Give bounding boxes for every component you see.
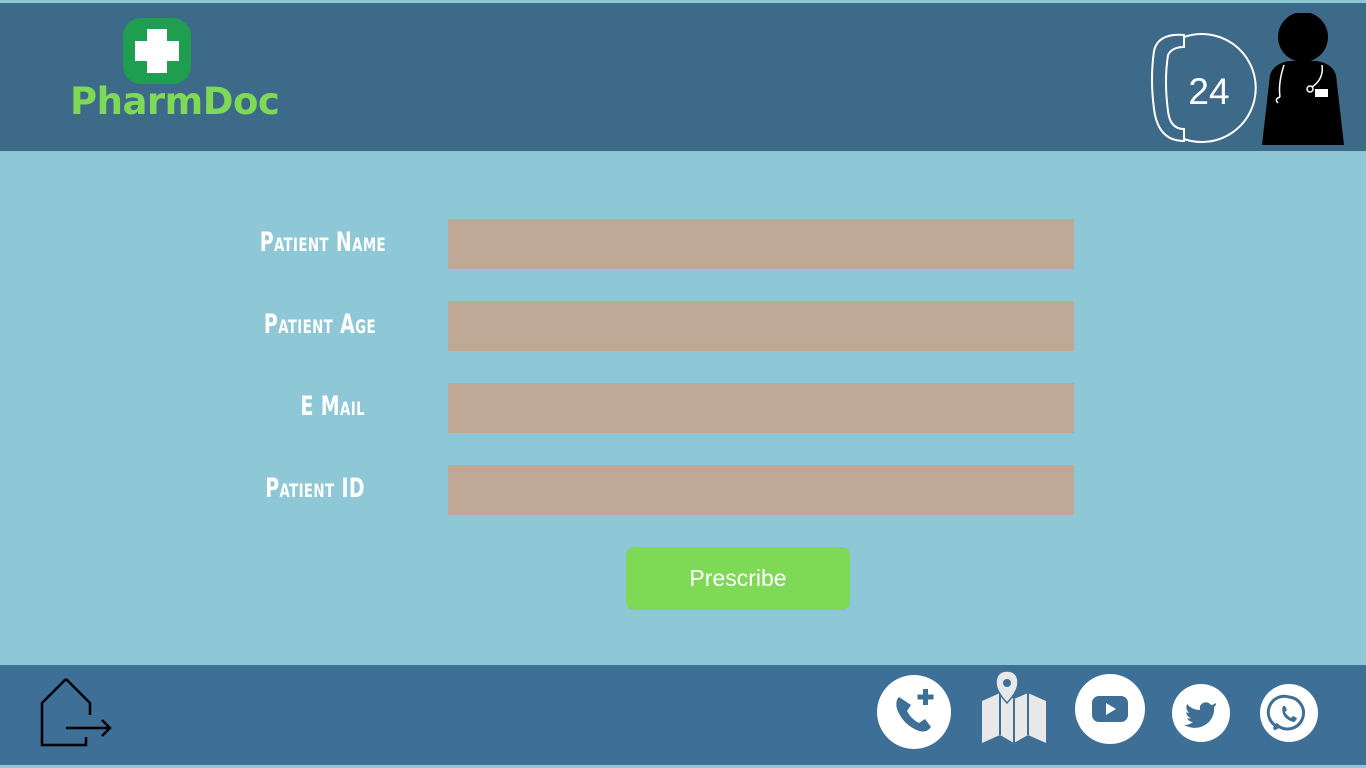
patient-name-input[interactable] — [448, 219, 1074, 269]
medical-cross-icon — [123, 18, 191, 84]
patient-age-input[interactable] — [448, 301, 1074, 351]
app-footer — [0, 665, 1366, 765]
patient-name-label: Patient Name — [259, 227, 386, 258]
brand-name: PharmDoc — [70, 80, 280, 123]
support-hours: 24 — [1188, 71, 1229, 112]
app-header: PharmDoc 24 — [0, 3, 1366, 151]
doctor-avatar-icon[interactable] — [1260, 13, 1346, 145]
twitter-icon[interactable] — [1172, 684, 1230, 742]
email-input[interactable] — [448, 383, 1074, 433]
patient-id-input[interactable] — [448, 465, 1074, 515]
patient-form: Patient Name Patient Age E Mail Patient … — [0, 151, 1366, 665]
email-label: E Mail — [300, 391, 365, 422]
call-doctor-icon[interactable] — [877, 675, 951, 749]
brand-logo[interactable]: PharmDoc — [70, 18, 280, 128]
youtube-icon[interactable] — [1075, 674, 1145, 744]
prescribe-button[interactable]: Prescribe — [626, 547, 850, 610]
patient-id-label: Patient ID — [265, 473, 365, 504]
whatsapp-icon[interactable] — [1260, 684, 1318, 742]
logout-icon[interactable] — [38, 677, 114, 749]
24-hour-phone-icon[interactable]: 24 — [1148, 31, 1260, 145]
patient-age-label: Patient Age — [263, 309, 376, 340]
map-location-icon[interactable] — [980, 669, 1048, 747]
